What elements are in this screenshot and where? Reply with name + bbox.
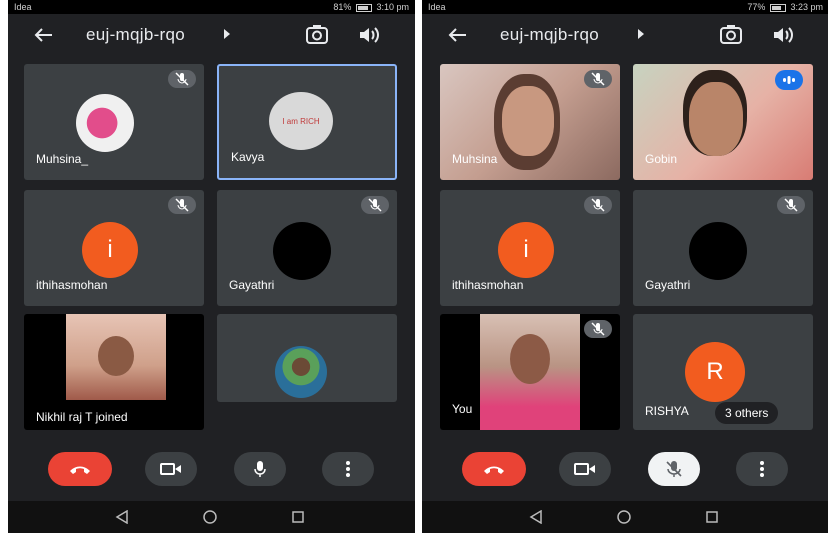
avatar xyxy=(76,94,134,152)
participant-name: ithihasmohan xyxy=(452,278,524,292)
participant-tile[interactable]: i ithihasmohan xyxy=(24,190,204,306)
participant-tile[interactable]: i ithihasmohan xyxy=(440,190,620,306)
video-feed xyxy=(480,314,580,430)
status-right: 81% 3:10 pm xyxy=(333,2,409,12)
meeting-top-bar: euj-mqjb-rqo xyxy=(8,14,415,56)
person-face xyxy=(510,334,550,384)
video-feed xyxy=(66,314,166,400)
avatar xyxy=(689,222,747,280)
avatar: i xyxy=(498,222,554,278)
avatar: R xyxy=(685,342,745,402)
battery-percent: 77% xyxy=(747,2,766,12)
speaking-indicator-icon xyxy=(775,70,803,90)
person-face xyxy=(98,336,134,376)
back-arrow-icon[interactable] xyxy=(30,22,56,48)
speaker-icon[interactable] xyxy=(356,22,382,48)
avatar-initial: R xyxy=(706,358,724,385)
more-options-button[interactable] xyxy=(322,452,374,486)
participant-name: Gayathri xyxy=(645,278,691,292)
nav-home-icon[interactable] xyxy=(614,509,634,525)
person-face xyxy=(689,82,743,156)
participant-name: Kavya xyxy=(231,150,265,164)
meeting-top-bar: euj-mqjb-rqo xyxy=(422,14,828,56)
participant-name: Muhsina_ xyxy=(36,152,89,166)
status-bar: Idea 77% 3:23 pm xyxy=(422,0,828,14)
mic-off-icon xyxy=(584,320,612,338)
participant-tile-active[interactable]: I am RICH Kavya xyxy=(217,64,397,180)
more-options-button[interactable] xyxy=(736,452,788,486)
mic-muted-button[interactable] xyxy=(648,452,700,486)
mic-off-icon xyxy=(584,196,612,214)
meeting-details-caret-icon[interactable] xyxy=(638,29,644,39)
avatar-initial: i xyxy=(107,236,113,263)
nav-home-icon[interactable] xyxy=(200,509,220,525)
avatar: i xyxy=(82,222,138,278)
mic-off-icon xyxy=(168,70,196,88)
camera-button[interactable] xyxy=(145,452,197,486)
participant-tile[interactable]: Muhsina_ xyxy=(24,64,204,180)
phone-screen-right: Idea 77% 3:23 pm euj-mqjb-rqo Muhsina Go… xyxy=(422,0,828,533)
status-right: 77% 3:23 pm xyxy=(747,2,823,12)
battery-icon xyxy=(355,3,372,12)
carrier-label: Idea xyxy=(14,2,32,12)
avatar-initial: i xyxy=(523,236,529,263)
avatar xyxy=(273,222,331,280)
participant-name: You xyxy=(452,402,473,416)
camera-button[interactable] xyxy=(559,452,611,486)
participant-tile[interactable]: Gobin xyxy=(633,64,813,180)
speaker-icon[interactable] xyxy=(770,22,796,48)
nav-back-icon[interactable] xyxy=(526,509,546,525)
nav-back-icon[interactable] xyxy=(112,509,132,525)
end-call-button[interactable] xyxy=(48,452,112,486)
phone-screen-left: Idea 81% 3:10 pm euj-mqjb-rqo Muhsina_ I… xyxy=(8,0,415,533)
clock: 3:23 pm xyxy=(790,2,823,12)
participant-tile[interactable]: R RISHYA 3 others xyxy=(633,314,813,430)
participant-tile[interactable] xyxy=(217,314,397,402)
participant-tile[interactable]: Nikhil raj T joined xyxy=(24,314,204,430)
nav-recents-icon[interactable] xyxy=(702,509,722,525)
participant-tile[interactable]: Gayathri xyxy=(633,190,813,306)
avatar-text: I am RICH xyxy=(282,116,320,126)
mic-off-icon xyxy=(777,196,805,214)
battery-icon xyxy=(769,3,786,12)
back-arrow-icon[interactable] xyxy=(444,22,470,48)
carrier-label: Idea xyxy=(428,2,446,12)
self-view-tile[interactable]: You xyxy=(440,314,620,430)
participant-name: Gayathri xyxy=(229,278,275,292)
meeting-code[interactable]: euj-mqjb-rqo xyxy=(86,25,185,45)
call-controls xyxy=(8,440,415,496)
person-face xyxy=(502,86,554,156)
battery-percent: 81% xyxy=(333,2,352,12)
avatar xyxy=(275,346,327,398)
mic-off-icon xyxy=(361,196,389,214)
end-call-button[interactable] xyxy=(462,452,526,486)
participant-name: Muhsina xyxy=(452,152,498,166)
participant-tile[interactable]: Muhsina xyxy=(440,64,620,180)
meeting-code[interactable]: euj-mqjb-rqo xyxy=(500,25,599,45)
status-bar: Idea 81% 3:10 pm xyxy=(8,0,415,14)
flip-camera-icon[interactable] xyxy=(304,22,330,48)
android-nav-bar xyxy=(8,501,415,533)
avatar: I am RICH xyxy=(269,92,333,150)
participant-tile[interactable]: Gayathri xyxy=(217,190,397,306)
call-controls xyxy=(422,440,828,496)
mic-button[interactable] xyxy=(234,452,286,486)
android-nav-bar xyxy=(422,501,828,533)
participant-name: Nikhil raj T joined xyxy=(36,410,128,424)
participant-name: RISHYA xyxy=(645,404,689,418)
others-count-chip[interactable]: 3 others xyxy=(715,402,779,424)
mic-off-icon xyxy=(168,196,196,214)
flip-camera-icon[interactable] xyxy=(718,22,744,48)
clock: 3:10 pm xyxy=(376,2,409,12)
mic-off-icon xyxy=(584,70,612,88)
meeting-details-caret-icon[interactable] xyxy=(224,29,230,39)
participant-name: ithihasmohan xyxy=(36,278,108,292)
participant-name: Gobin xyxy=(645,152,678,166)
nav-recents-icon[interactable] xyxy=(288,509,308,525)
